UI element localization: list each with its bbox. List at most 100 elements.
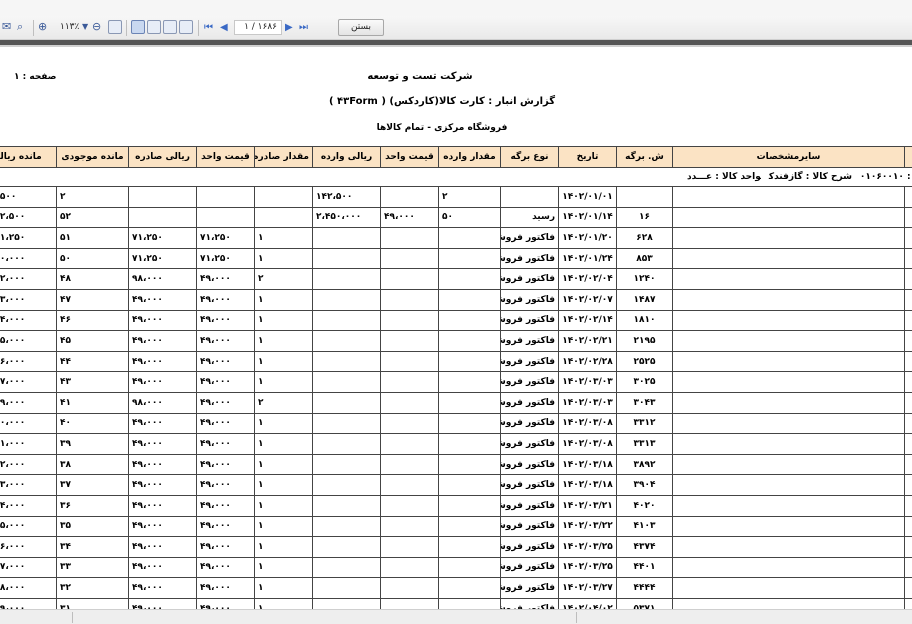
cell-other-specs (672, 330, 905, 352)
cell-amount-out: ۴۹،۰۰۰ (128, 371, 197, 393)
cell-date: ۱۴۰۲/۰۲/۲۱ (558, 330, 617, 352)
table-row: ۸۲۱۹۵۱۴۰۲/۰۲/۲۱فاکتور فروش۱۴۹،۰۰۰۴۹،۰۰۰۴… (0, 330, 912, 352)
cell-unit-price-in (380, 474, 439, 496)
zoom-level[interactable]: ۱۱۳٪ (60, 20, 79, 34)
cell-date: ۱۴۰۲/۰۳/۲۷ (558, 577, 617, 599)
cell-unit-price-out: ۴۹،۰۰۰ (196, 536, 255, 558)
cell-qty-out: ۱ (254, 227, 313, 249)
cell-doc-type: فاکتور فروش (500, 597, 559, 609)
cell-doc-type: فاکتور فروش (500, 247, 559, 270)
cell-doc-type: فاکتور فروش (500, 391, 559, 414)
cell-amount-in (312, 433, 381, 455)
cell-doc-number: ۲۵۲۵ (616, 350, 673, 373)
single-page-icon[interactable] (131, 20, 145, 34)
cell-qty-in (438, 391, 501, 414)
cell-doc-type: فاکتور فروش (500, 474, 559, 496)
cell-amount-out: ۴۹،۰۰۰ (128, 412, 197, 435)
cell-qty-in (438, 371, 501, 393)
cell-unit-price-in (380, 268, 439, 290)
item-unit: واحد کالا : عـــدد (686, 172, 761, 182)
cell-amount-in (312, 474, 381, 496)
cell-amount-out: ۴۹،۰۰۰ (128, 494, 197, 517)
cell-amount-in (312, 556, 381, 579)
cell-balance-qty: ۴۷ (56, 288, 129, 311)
cell-amount-out: ۹۸،۰۰۰ (128, 391, 197, 414)
cell-unit-price-in (380, 186, 439, 208)
zoom-in-icon[interactable]: ⊕ (38, 19, 47, 35)
cell-unit-price-in (380, 536, 439, 558)
cell-date: ۱۴۰۲/۰۳/۲۵ (558, 536, 617, 558)
cell-date: ۱۴۰۲/۰۲/۱۴ (558, 309, 617, 332)
cell-unit-price-out: ۴۹،۰۰۰ (196, 515, 255, 538)
cell-doc-number: ۴۱۰۳ (616, 515, 673, 538)
cell-radif: ۲۰ (904, 577, 912, 599)
cell-balance-amount: ۱۴۲،۵۰۰ (0, 186, 57, 208)
chevron-down-icon[interactable]: ▼ (82, 19, 88, 35)
cell-doc-number: ۴۴۰۱ (616, 556, 673, 579)
toolbar-separator (33, 20, 34, 36)
email-icon[interactable]: ✉ (2, 19, 11, 35)
cell-unit-price-out: ۴۹،۰۰۰ (196, 391, 255, 414)
cell-doc-type: فاکتور فروش (500, 577, 559, 599)
cell-amount-in (312, 536, 381, 558)
table-row: ۷۱۸۱۰۱۴۰۲/۰۲/۱۴فاکتور فروش۱۴۹،۰۰۰۴۹،۰۰۰۴… (0, 309, 912, 332)
cell-qty-in (438, 597, 501, 609)
cell-amount-in (312, 309, 381, 332)
cell-unit-price-out: ۴۹،۰۰۰ (196, 453, 255, 476)
cell-radif: ۱۱ (904, 391, 912, 414)
cell-other-specs (672, 597, 905, 609)
item-info-cell: کدکالا : ۰۱۰۶۰۰۱۰ شرح کالا : گازفندک واحد … (0, 167, 912, 187)
close-button[interactable]: بستن (338, 19, 384, 36)
cell-amount-out: ۴۹،۰۰۰ (128, 577, 197, 599)
cell-balance-amount: ۱،۵۱۹،۰۰۰ (0, 597, 57, 609)
header-unit-price-in: قیمت واحد (380, 146, 439, 168)
table-row: ۲ ۱۶۱۴۰۲/۰۱/۱۴رسید۵۰۴۹،۰۰۰۲،۴۵۰،۰۰۰ ۵۲۲،۵۹… (0, 206, 912, 229)
cell-doc-number: ۳۳۱۲ (616, 412, 673, 435)
cell-doc-type: فاکتور فروش (500, 350, 559, 373)
previous-page-icon[interactable]: ◀ (220, 21, 228, 35)
cell-date: ۱۴۰۲/۰۳/۰۸ (558, 433, 617, 455)
cell-balance-amount: ۲،۴۵۰،۰۰۰ (0, 247, 57, 270)
cell-doc-number: ۸۵۳ (616, 247, 673, 270)
cell-radif: ۳ (904, 227, 912, 249)
cell-doc-number: ۱۸۱۰ (616, 309, 673, 332)
cell-qty-out: ۱ (254, 577, 313, 599)
cell-radif: ۱۵ (904, 474, 912, 496)
cell-amount-out: ۴۹،۰۰۰ (128, 597, 197, 609)
cell-unit-price-out (196, 186, 255, 208)
status-divider (72, 612, 73, 623)
two-page-icon[interactable] (147, 20, 161, 34)
header-balance-qty: مانده موجودی (56, 146, 129, 168)
page-number-input[interactable]: ۱ / ۱۶۸۶ (234, 20, 282, 35)
cell-other-specs (672, 494, 905, 517)
cell-balance-qty: ۳۶ (56, 494, 129, 517)
cell-amount-in (312, 453, 381, 476)
cell-doc-number: ۴۳۷۴ (616, 536, 673, 558)
cell-unit-price-out: ۴۹،۰۰۰ (196, 350, 255, 373)
cell-doc-number: ۳۰۴۳ (616, 391, 673, 414)
cell-balance-amount: ۱،۷۱۵،۰۰۰ (0, 515, 57, 538)
first-page-icon[interactable]: ⏮ (204, 21, 213, 35)
cell-radif: ۱۹ (904, 556, 912, 579)
cell-date: ۱۴۰۲/۰۳/۱۸ (558, 453, 617, 476)
cell-radif: ۱ (904, 186, 912, 208)
edit-page-icon[interactable] (179, 20, 193, 34)
cell-amount-out: ۴۹،۰۰۰ (128, 350, 197, 373)
cell-amount-in (312, 227, 381, 249)
page-width-icon[interactable] (108, 20, 122, 34)
cell-balance-amount: ۲،۵۹۲،۵۰۰ (0, 206, 57, 229)
zoom-out-icon[interactable]: ⊖ (92, 19, 101, 35)
find-icon[interactable]: ⌕ (17, 19, 23, 35)
cell-qty-out: ۱ (254, 433, 313, 455)
cell-doc-number: ۳۹۰۴ (616, 474, 673, 496)
next-page-icon[interactable]: ▶ (285, 21, 293, 35)
cell-unit-price-in (380, 391, 439, 414)
multi-page-icon[interactable] (163, 20, 177, 34)
cell-doc-number: ۳۰۲۵ (616, 371, 673, 393)
cell-balance-qty: ۳۲ (56, 577, 129, 599)
cell-other-specs (672, 577, 905, 599)
last-page-icon[interactable]: ⏭ (299, 21, 308, 35)
cell-doc-type: فاکتور فروش (500, 371, 559, 393)
cell-balance-qty: ۴۶ (56, 309, 129, 332)
table-row: ۵۳۷۱۱۴۰۲/۰۴/۰۲فاکتور فروش۱۴۹،۰۰۰۴۹،۰۰۰۳۱… (0, 597, 912, 609)
